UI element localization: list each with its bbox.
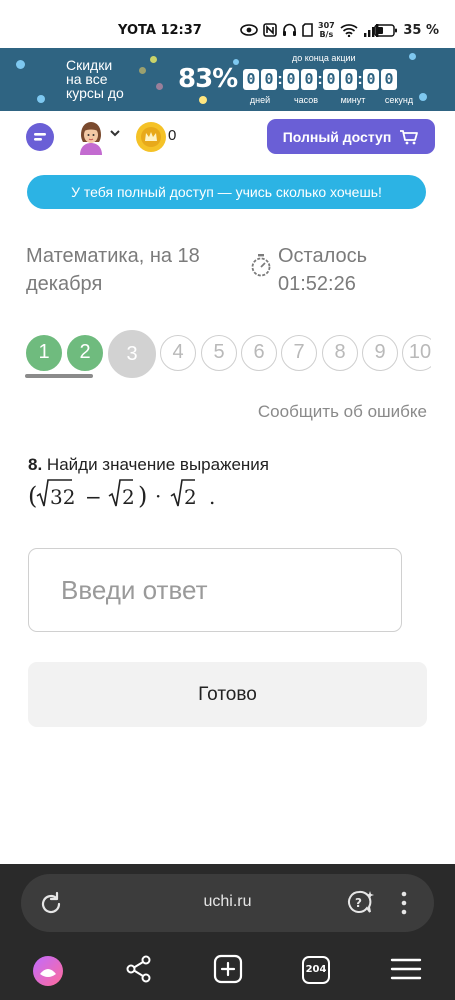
crown-count: 0 [168, 127, 177, 144]
ai-help-icon[interactable]: ? [346, 889, 376, 917]
question-nav-9[interactable]: 9 [362, 335, 398, 371]
browser-nav-bar: 204 [0, 950, 455, 1000]
remaining-time: 01:52:26 [278, 273, 356, 295]
countdown-label-days: дней [249, 95, 271, 105]
crown-icon[interactable] [136, 122, 166, 152]
answer-input[interactable] [28, 548, 402, 632]
formula-radicand-c: 2 [184, 485, 197, 509]
battery-percent: 35 % [403, 23, 439, 38]
full-access-label: Полный доступ [282, 128, 392, 145]
full-access-button[interactable]: Полный доступ [267, 119, 435, 154]
full-access-info-banner: У тебя полный доступ — учись сколько хоч… [27, 175, 426, 209]
sd-card-icon [302, 23, 313, 37]
question-nav-10[interactable]: 10 [402, 335, 431, 371]
report-error-link[interactable]: Сообщить об ошибке [258, 402, 427, 422]
stopwatch-icon [251, 254, 271, 277]
nfc-icon [263, 23, 277, 37]
girl-avatar-icon [80, 122, 102, 155]
hamburger-menu-icon[interactable] [390, 954, 422, 984]
question-text: 8. Найди значение выражения [28, 455, 269, 475]
tabs-count-button[interactable]: 204 [302, 956, 330, 984]
wifi-icon [340, 24, 358, 37]
promo-text: Скидки на все курсы до [66, 57, 124, 101]
question-nav-4[interactable]: 4 [160, 335, 196, 371]
confetti-dot [419, 93, 427, 101]
new-tab-icon[interactable] [213, 954, 243, 984]
crown-shape-icon [141, 127, 161, 147]
question-navigation: 1 2 3 4 5 6 7 8 9 10 [24, 330, 431, 380]
browser-bottom-bar: uchi.ru ? 204 [0, 864, 455, 1000]
eye-icon [240, 24, 258, 36]
question-nav-1[interactable]: 1 [26, 335, 62, 371]
question-nav-3[interactable]: 3 [108, 330, 156, 378]
formula-radicand-b: 2 [122, 485, 135, 509]
promo-banner[interactable]: Скидки на все курсы до 83% до конца акци… [0, 48, 455, 111]
confetti-dot [139, 67, 146, 74]
question-nav-scroll-indicator [25, 374, 93, 378]
chat-lines-icon [34, 133, 46, 141]
battery-icon [374, 24, 398, 37]
net-speed: 307 B/s [318, 21, 335, 39]
headphones-icon [283, 23, 296, 36]
countdown-seconds: 0 0 [363, 69, 397, 90]
countdown-label-seconds: секунд [384, 95, 414, 105]
question-nav-2[interactable]: 2 [67, 335, 103, 371]
formula-period: . [209, 485, 215, 509]
question-nav-7[interactable]: 7 [281, 335, 317, 371]
question-number: 8. [28, 455, 43, 474]
cart-icon [400, 129, 419, 144]
more-vert-icon[interactable] [399, 890, 409, 916]
countdown-days: 0 0 [243, 69, 277, 90]
promo-percent: 83% [178, 64, 238, 94]
question-nav-6[interactable]: 6 [241, 335, 277, 371]
countdown-label-minutes: минут [340, 95, 366, 105]
remaining-label: Осталось [278, 245, 368, 267]
alice-assistant-icon[interactable] [31, 954, 65, 988]
formula-close-paren: ) [138, 482, 147, 510]
submit-button[interactable]: Готово [28, 662, 427, 727]
system-status-bar: YOTA 12:37 307 B/s 35 % [0, 0, 455, 48]
avatar[interactable] [76, 119, 106, 155]
test-title: Математика, на 18 декабря [26, 245, 200, 295]
app-header: 0 Полный доступ [0, 111, 455, 163]
math-formula: ( 32 − 2 ) · 2 . [28, 479, 215, 510]
confetti-dot [156, 83, 163, 90]
chevron-down-icon[interactable] [109, 127, 121, 139]
promo-until-label: до конца акции [292, 53, 356, 63]
address-bar[interactable]: uchi.ru ? [21, 874, 434, 932]
confetti-dot [16, 60, 25, 69]
carrier-time: YOTA 12:37 [118, 23, 202, 38]
share-icon[interactable] [124, 954, 154, 984]
chat-icon[interactable] [26, 123, 54, 151]
question-nav-8[interactable]: 8 [322, 335, 358, 371]
battery-status: 35 % [374, 23, 439, 38]
formula-minus: − [85, 485, 102, 509]
formula-times: · [155, 484, 161, 508]
confetti-dot [37, 95, 45, 103]
promo-countdown: 0 0 : 0 0 : 0 0 : 0 0 [243, 69, 397, 90]
confetti-dot [199, 96, 207, 104]
countdown-hours: 0 0 [283, 69, 317, 90]
status-icons: 307 B/s [240, 17, 379, 43]
question-nav-5[interactable]: 5 [201, 335, 237, 371]
svg-text:?: ? [355, 896, 362, 910]
confetti-dot [150, 56, 157, 63]
formula-open-paren: ( [28, 482, 37, 510]
countdown-minutes: 0 0 [323, 69, 357, 90]
confetti-dot [409, 53, 416, 60]
question-prompt: Найди значение выражения [46, 455, 270, 474]
countdown-label-hours: часов [293, 95, 319, 105]
formula-radicand-a: 32 [50, 485, 75, 509]
